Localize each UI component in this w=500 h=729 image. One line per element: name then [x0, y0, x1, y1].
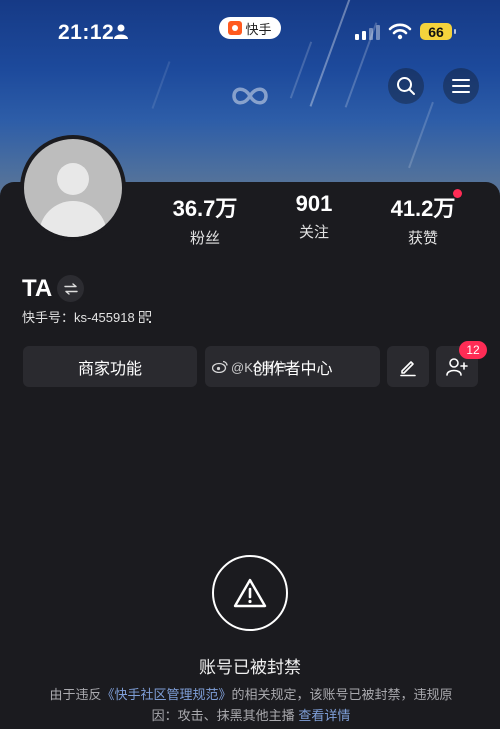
banned-warning-circle — [212, 555, 288, 631]
battery-level: 66 — [428, 23, 444, 40]
merchant-functions-label: 商家功能 — [77, 360, 142, 378]
edit-profile-button[interactable] — [387, 346, 429, 387]
friend-request-badge: 12 — [459, 341, 487, 359]
search-icon — [397, 77, 415, 95]
app-indicator-pill[interactable]: 快手 — [219, 17, 281, 39]
merchant-functions-button[interactable]: 商家功能 — [23, 346, 197, 387]
infinity-icon — [232, 87, 268, 105]
watermark: @KS用户 — [212, 357, 288, 376]
banned-desc-prefix: 由于违反 — [49, 687, 102, 702]
view-details-link[interactable]: 查看详情 — [298, 708, 350, 723]
likes-notification-dot — [453, 189, 462, 198]
edit-icon — [400, 360, 416, 376]
wifi-icon — [388, 23, 412, 40]
likes-label: 获赞 — [407, 230, 438, 247]
stat-following[interactable]: 901 关注 — [259, 191, 369, 242]
weibo-icon — [212, 360, 228, 373]
banned-description: 由于违反《快手社区管理规范》的相关规定，该账号已被封禁，违规原因：攻击、抹黑其他… — [46, 684, 456, 726]
cellular-signal-icon — [355, 25, 380, 40]
status-time: 21:12 — [58, 21, 115, 44]
switch-account-button[interactable] — [57, 275, 84, 302]
likes-count: 41.2万 — [390, 196, 456, 221]
avatar[interactable] — [20, 135, 126, 241]
menu-button[interactable] — [443, 68, 479, 104]
warning-icon — [233, 578, 267, 608]
stat-likes[interactable]: 41.2万 获赞 — [368, 191, 478, 248]
search-button[interactable] — [388, 68, 424, 104]
profile-name: TA — [22, 275, 53, 302]
account-id[interactable]: 快手号：ks-455918 — [22, 307, 151, 326]
followers-label: 粉丝 — [189, 230, 220, 247]
banner-streak — [309, 0, 353, 107]
following-label: 关注 — [298, 224, 329, 241]
account-id-text: 快手号：ks-455918 — [22, 310, 135, 325]
following-count: 901 — [295, 191, 333, 216]
person-icon — [114, 24, 128, 39]
banned-title: 账号已被封禁 — [199, 658, 301, 677]
watermark-text: @KS用户 — [231, 360, 288, 375]
profile-panel — [0, 182, 500, 729]
swap-icon — [63, 282, 78, 295]
followers-count: 36.7万 — [172, 196, 238, 221]
banner-streak — [151, 61, 171, 109]
app-indicator-label: 快手 — [245, 21, 272, 37]
stat-followers[interactable]: 36.7万 粉丝 — [150, 191, 260, 248]
add-friend-icon — [446, 357, 468, 376]
qr-code-icon[interactable] — [138, 310, 151, 323]
menu-icon — [452, 79, 470, 93]
avatar-placeholder — [24, 139, 122, 237]
kuaishou-logo-icon — [228, 21, 243, 35]
banner-streak — [408, 101, 434, 169]
banner-streak — [289, 41, 313, 99]
battery-icon: 66 — [420, 23, 456, 40]
community-rules-link[interactable]: 《快手社区管理规范》 — [101, 687, 231, 702]
